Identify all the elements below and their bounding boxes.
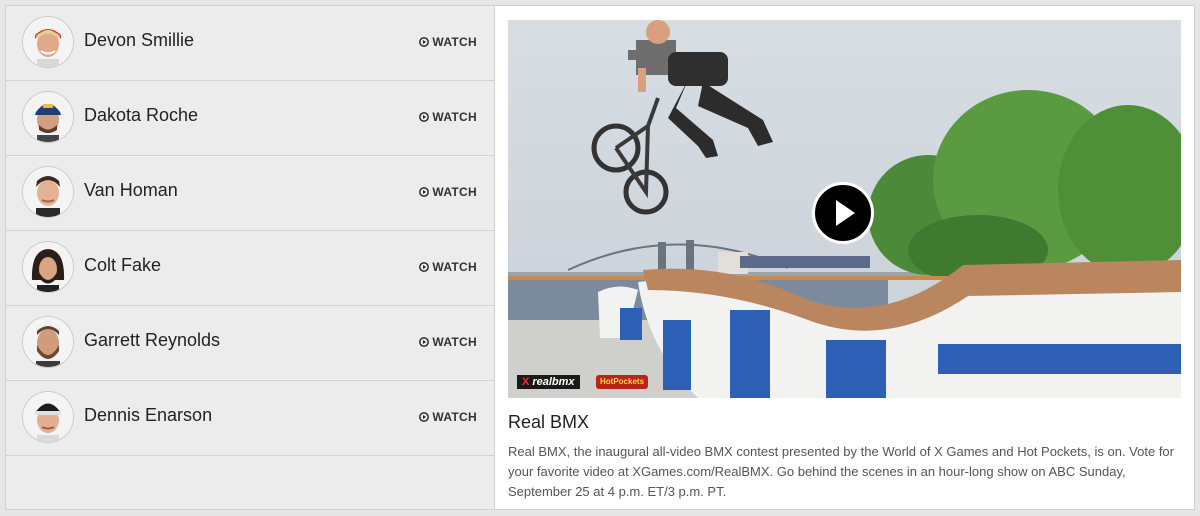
watch-button[interactable]: WATCH: [419, 335, 477, 349]
play-circle-icon: [419, 37, 430, 47]
avatar: [23, 92, 73, 142]
avatar: [23, 317, 73, 367]
watch-button[interactable]: WATCH: [419, 35, 477, 49]
watch-label: WATCH: [432, 335, 477, 349]
realbmx-wordmark: realbmx: [532, 376, 575, 388]
rider-item-devon-smillie[interactable]: Devon Smillie WATCH: [6, 6, 494, 81]
rider-item-dakota-roche[interactable]: Dakota Roche WATCH: [6, 81, 494, 156]
rider-name: Colt Fake: [84, 255, 162, 275]
rider-item-van-homan[interactable]: Van Homan WATCH: [6, 156, 494, 231]
rider-list: Devon Smillie WATCH Dakota Roche WATCH V…: [6, 6, 495, 509]
watch-label: WATCH: [432, 260, 477, 274]
rider-name: Dakota Roche: [84, 105, 199, 125]
play-icon: [836, 200, 855, 226]
realbmx-logo: Xrealbmx: [517, 375, 580, 389]
avatar: [23, 17, 73, 67]
watch-label: WATCH: [432, 110, 477, 124]
rider-name: Garrett Reynolds: [84, 330, 221, 350]
watch-label: WATCH: [432, 410, 477, 424]
play-circle-icon: [419, 112, 430, 122]
video-description: Real BMX, the inaugural all-video BMX co…: [508, 444, 1174, 499]
rider-item-colt-fake[interactable]: Colt Fake WATCH: [6, 231, 494, 306]
play-circle-icon: [419, 262, 430, 272]
rider-item-garrett-reynolds[interactable]: Garrett Reynolds WATCH: [6, 306, 494, 381]
watch-label: WATCH: [432, 185, 477, 199]
avatar: [23, 167, 73, 217]
watch-button[interactable]: WATCH: [419, 260, 477, 274]
play-circle-icon: [419, 187, 430, 197]
featured-video-module: Devon Smillie WATCH Dakota Roche WATCH V…: [5, 5, 1195, 510]
rider-name: Devon Smillie: [84, 30, 195, 50]
watch-label: WATCH: [432, 35, 477, 49]
play-circle-icon: [419, 337, 430, 347]
avatar: [23, 242, 73, 292]
video-title: Real BMX: [508, 412, 590, 432]
rider-name: Van Homan: [84, 180, 178, 200]
watch-button[interactable]: WATCH: [419, 410, 477, 424]
avatar: [23, 392, 73, 442]
video-player[interactable]: Xrealbmx HotPockets: [508, 20, 1181, 398]
rider-name: Dennis Enarson: [84, 405, 213, 425]
rider-item-dennis-enarson[interactable]: Dennis Enarson WATCH: [6, 381, 494, 456]
watch-button[interactable]: WATCH: [419, 185, 477, 199]
video-play-button[interactable]: [812, 182, 874, 244]
xgames-mark: X: [522, 376, 530, 388]
watch-button[interactable]: WATCH: [419, 110, 477, 124]
sponsor-logo: HotPockets: [596, 375, 649, 389]
play-circle-icon: [419, 412, 430, 422]
